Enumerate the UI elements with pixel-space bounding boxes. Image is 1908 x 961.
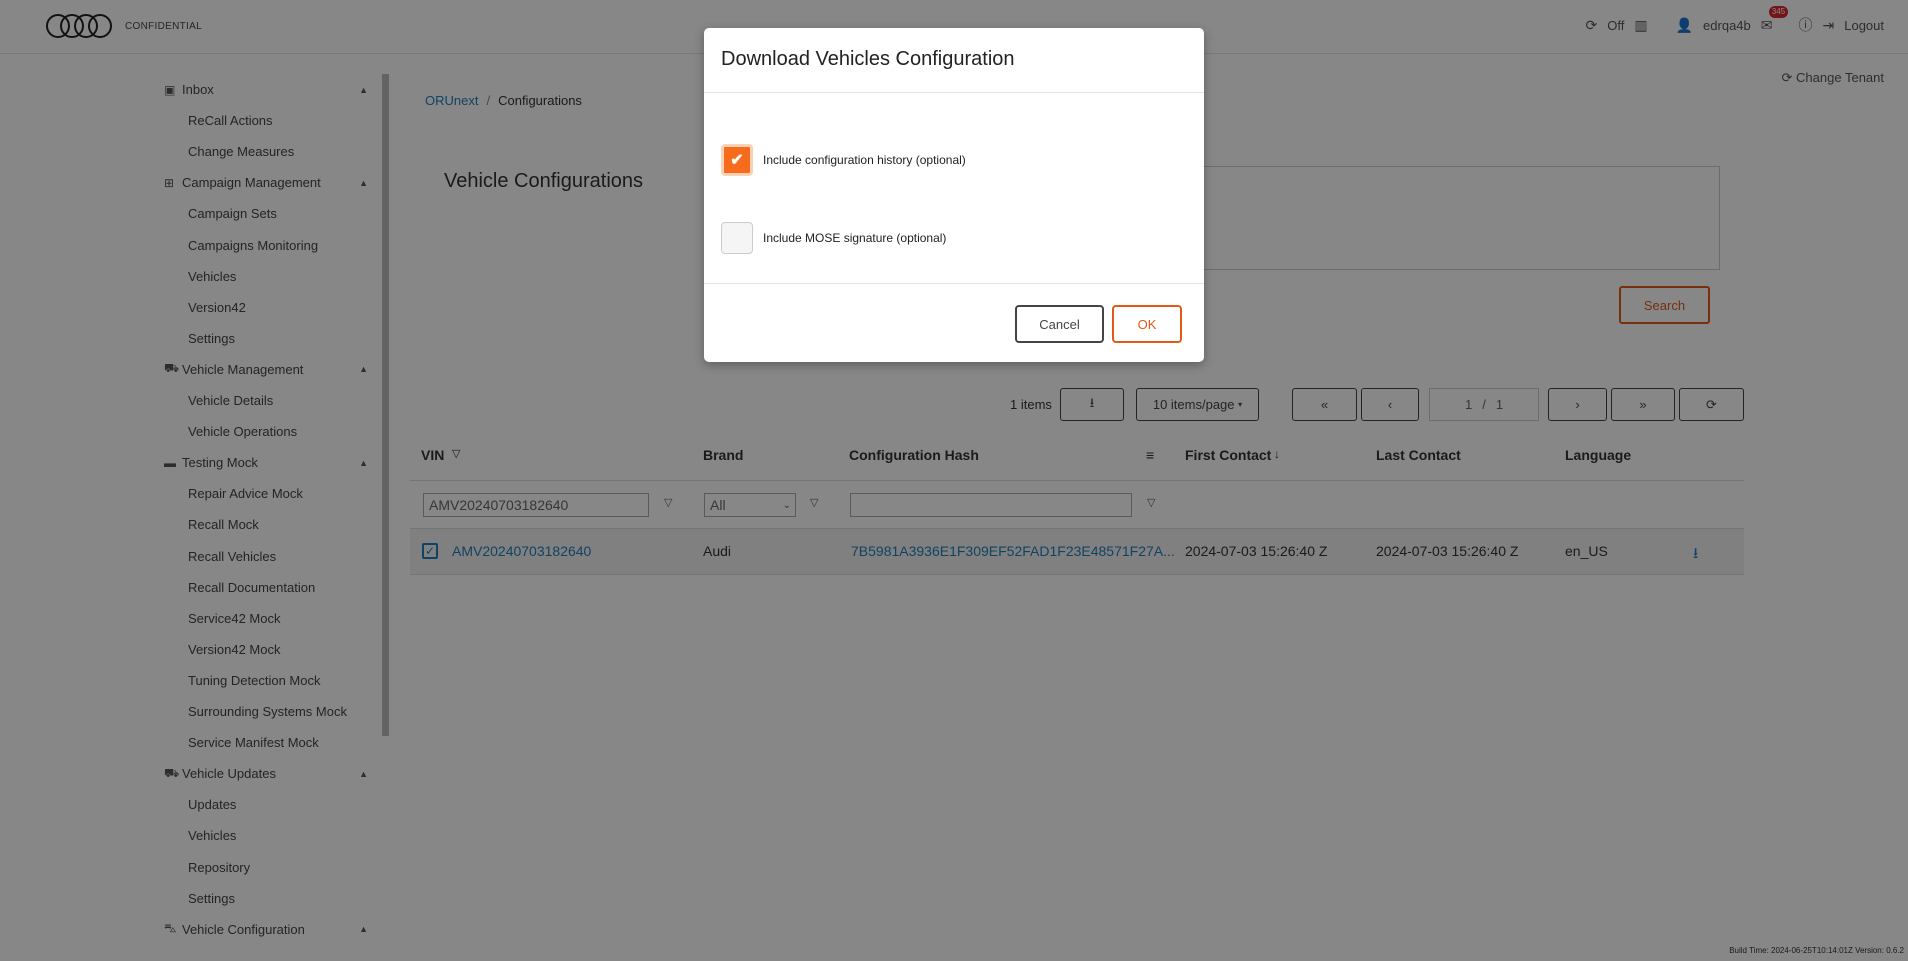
mose-checkbox-label[interactable]: Include MOSE signature (optional) — [763, 231, 946, 245]
check-icon: ✔ — [730, 152, 744, 169]
dialog-title: Download Vehicles Configuration — [721, 48, 1015, 70]
dialog-footer: Cancel OK — [704, 283, 1204, 362]
option-history[interactable]: ✔ Include configuration history (optiona… — [721, 144, 966, 176]
option-mose[interactable]: Include MOSE signature (optional) — [721, 222, 946, 254]
mose-checkbox[interactable] — [721, 222, 753, 254]
history-checkbox-label[interactable]: Include configuration history (optional) — [763, 153, 966, 167]
dialog-header: Download Vehicles Configuration — [704, 28, 1204, 93]
ok-button[interactable]: OK — [1112, 305, 1182, 343]
download-config-dialog: Download Vehicles Configuration ✔ Includ… — [704, 28, 1204, 362]
history-checkbox[interactable]: ✔ — [721, 144, 753, 176]
cancel-button[interactable]: Cancel — [1015, 305, 1104, 343]
